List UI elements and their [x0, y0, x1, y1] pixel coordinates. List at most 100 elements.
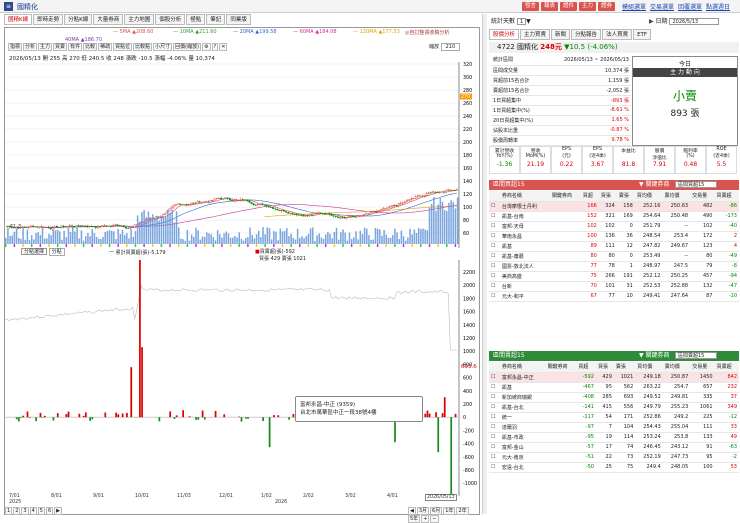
right-tab[interactable]: 法人買賣: [602, 29, 632, 40]
tool-button[interactable]: 小尺寸: [153, 43, 172, 51]
column-header[interactable]: 賣均價: [662, 191, 690, 201]
page-button[interactable]: 6: [46, 507, 53, 515]
date-picker[interactable]: ▶ 日期 2026/5/13: [649, 16, 719, 25]
table-row[interactable]: ☐新加坡商瑞銀-408285693249.52249.8133537: [489, 392, 739, 402]
tab-notes[interactable]: 筆記: [206, 14, 225, 25]
table-row[interactable]: ☐台新7010131252.53252.88132-47: [489, 281, 739, 291]
column-header[interactable]: 券商名稱: [500, 362, 546, 372]
column-header[interactable]: 關鍵券商: [550, 191, 581, 201]
row-checkbox[interactable]: ☐: [489, 271, 500, 281]
table-row[interactable]: ☐台灣摩根士丹利166324158252.16250.63482-86: [489, 201, 739, 211]
tool-button[interactable]: 指標: [8, 43, 22, 51]
settings-icon[interactable]: ⚙: [202, 43, 210, 51]
right-tab[interactable]: 股價分析: [489, 29, 519, 40]
column-header[interactable]: 關鍵券商: [546, 362, 577, 372]
row-checkbox[interactable]: ☐: [489, 231, 500, 241]
column-header[interactable]: 買超: [576, 362, 596, 372]
tool-button[interactable]: 回價(縮放): [173, 43, 201, 51]
row-checkbox[interactable]: ☐: [489, 291, 500, 301]
row-checkbox[interactable]: ☐: [489, 382, 500, 392]
row-check[interactable]: [489, 191, 500, 201]
right-tab[interactable]: 新聞: [551, 29, 570, 40]
table-row[interactable]: ☐國票-敦北法人77781248.97247.579-8: [489, 261, 739, 271]
right-tab[interactable]: ETF: [633, 29, 651, 40]
row-checkbox[interactable]: ☐: [489, 422, 500, 432]
range-button[interactable]: 3月: [417, 507, 429, 515]
tool-button[interactable]: 買點位: [113, 43, 132, 51]
table-row[interactable]: ☐達爾羽-977104254.43255.0411133: [489, 422, 739, 432]
tool-button[interactable]: 分析: [23, 43, 37, 51]
branch-chart[interactable]: 2200200018001600140012001000800600400200…: [5, 260, 481, 496]
top-link-3[interactable]: 回覆選單: [678, 2, 702, 11]
splitter[interactable]: [482, 14, 487, 514]
column-header[interactable]: 買賣超: [715, 362, 739, 372]
row-checkbox[interactable]: ☐: [489, 261, 500, 271]
top-button-2[interactable]: 報表: [541, 2, 558, 11]
tool-button[interactable]: 比較點: [133, 43, 152, 51]
top-button-1[interactable]: 發言: [522, 2, 539, 11]
tool-button[interactable]: 稀疏: [98, 43, 112, 51]
price-chart[interactable]: 3203002802602402202001801601401201008060…: [5, 62, 481, 248]
column-header[interactable]: 買賣超: [714, 191, 739, 201]
menu-icon[interactable]: ≡: [4, 2, 13, 11]
zoom-out-icon[interactable]: −: [430, 515, 438, 523]
top-link-1[interactable]: 模組選單: [622, 2, 646, 11]
table-row[interactable]: ☐宏遠-台北-502575249.4248.0510053: [489, 462, 739, 472]
table-row[interactable]: ☐富邦-金山-571774246.45243.1291-63: [489, 442, 739, 452]
right-tab[interactable]: 主力買賣: [520, 29, 550, 40]
top-button-3[interactable]: 證件: [560, 2, 577, 11]
tab-branch-kline[interactable]: 分點K線: [64, 14, 92, 25]
column-header[interactable]: 券商名稱: [500, 191, 550, 201]
tab-kline[interactable]: 國精K線: [4, 14, 32, 25]
range-button[interactable]: 6月: [430, 507, 442, 515]
range-button[interactable]: 1年: [443, 507, 455, 515]
row-checkbox[interactable]: ☐: [489, 211, 500, 221]
help-icon[interactable]: ?: [212, 43, 219, 51]
table-row[interactable]: ☐凱基-台南152321169254.64250.48490-173: [489, 211, 739, 221]
page-button[interactable]: 1: [5, 507, 12, 515]
table-row[interactable]: ☐凱基-台北-141415556249.79255.231061349: [489, 402, 739, 412]
next-page-icon[interactable]: ▶: [54, 507, 62, 515]
table-row[interactable]: ☐富邦永昌-中正-5924291021249.18250.871450842: [489, 372, 739, 382]
buy-sort-select[interactable]: 區間買超15: [675, 181, 717, 188]
table-row[interactable]: ☐華南永昌10013636248.54253.41722: [489, 231, 739, 241]
range-button[interactable]: 2年: [456, 507, 468, 515]
table-row[interactable]: ☐凱基-蕭蘑80800253.49--80-49: [489, 251, 739, 261]
column-header[interactable]: 買張: [599, 191, 617, 201]
column-header[interactable]: 賣均價: [663, 362, 691, 372]
column-header[interactable]: 買均價: [635, 191, 663, 201]
table-row[interactable]: ☐統一-11754171252.86249.2225-12: [489, 412, 739, 422]
column-header[interactable]: 買張: [596, 362, 614, 372]
row-checkbox[interactable]: ☐: [489, 442, 500, 452]
page-button[interactable]: 2: [13, 507, 20, 515]
table-row[interactable]: ☐美商高盛75266191252.12250.25457-94: [489, 271, 739, 281]
zoom-in-icon[interactable]: +: [421, 515, 429, 523]
page-button[interactable]: 4: [30, 507, 37, 515]
days-selector[interactable]: 統計天數 1▼: [491, 16, 531, 25]
range-prev-icon[interactable]: ◀: [408, 507, 416, 515]
row-checkbox[interactable]: ☐: [489, 281, 500, 291]
tab-main-map[interactable]: 主力地圖: [124, 14, 154, 25]
column-header[interactable]: 賣張: [617, 191, 635, 201]
sell-sort-select[interactable]: 區間賣超15: [675, 352, 717, 359]
tool-button[interactable]: 有件: [68, 43, 82, 51]
table-row[interactable]: ☐凱基-市政-9519114253.24253.813349: [489, 432, 739, 442]
page-button[interactable]: 5: [38, 507, 45, 515]
range-button[interactable]: 5年: [408, 515, 420, 523]
tool-button[interactable]: 買賣: [53, 43, 67, 51]
table-row[interactable]: ☐富邦-天母1021020251.79--102-40: [489, 221, 739, 231]
row-checkbox[interactable]: ☐: [489, 392, 500, 402]
row-checkbox[interactable]: ☐: [489, 372, 500, 382]
row-checkbox[interactable]: ☐: [489, 402, 500, 412]
column-header[interactable]: 買超: [581, 191, 599, 201]
top-button-5[interactable]: 證券: [598, 2, 615, 11]
tab-extreme[interactable]: 極點: [186, 14, 205, 25]
table-row[interactable]: ☐元大-南京-512273252.19247.7395-2: [489, 452, 739, 462]
tab-stock-analysis[interactable]: 個股分析: [155, 14, 185, 25]
tab-big-brokers[interactable]: 大量券商: [93, 14, 123, 25]
table-row[interactable]: ☐凱基-46795562263.22254.7657232: [489, 382, 739, 392]
column-header[interactable]: 賣張: [614, 362, 635, 372]
branch-selector[interactable]: 分點選擇 分點: [21, 248, 65, 255]
table-row[interactable]: ☐凱基8911112247.82249.671234: [489, 241, 739, 251]
column-header[interactable]: 買均價: [635, 362, 663, 372]
